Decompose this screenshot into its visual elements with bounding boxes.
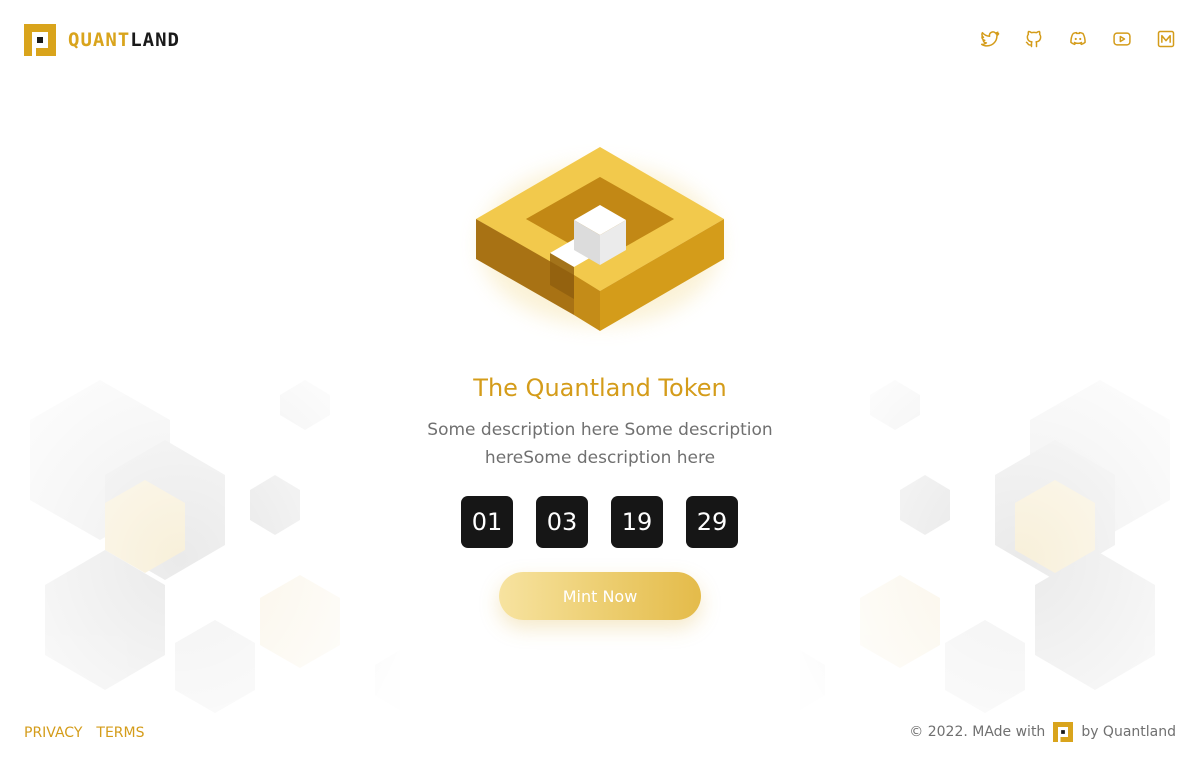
terms-link[interactable]: TERMS — [96, 725, 144, 741]
social-links — [980, 29, 1176, 49]
countdown-hours: 03 — [536, 496, 588, 548]
brand-logo[interactable]: QUANTLAND — [24, 24, 180, 56]
twitter-icon[interactable] — [980, 29, 1000, 49]
quantland-logo-small-icon — [1053, 722, 1074, 742]
mint-now-button[interactable]: Mint Now — [499, 572, 701, 620]
hero-description: Some description here Some description h… — [427, 420, 773, 468]
brand-name: QUANTLAND — [68, 29, 180, 51]
countdown-timer: 01 03 19 29 — [461, 496, 738, 548]
github-icon[interactable] — [1024, 29, 1044, 49]
footer-credit: © 2022. MAde with by Quantland — [909, 722, 1176, 742]
site-header: QUANTLAND — [0, 0, 1200, 80]
privacy-link[interactable]: PRIVACY — [24, 725, 82, 741]
background-cubes-right — [800, 350, 1200, 768]
hero-title: The Quantland Token — [473, 374, 727, 402]
background-cubes-left — [0, 350, 400, 768]
credit-prefix: © 2022. MAde with — [909, 724, 1046, 740]
medium-icon[interactable] — [1156, 29, 1176, 49]
quantland-logo-icon — [24, 24, 56, 56]
credit-suffix: by Quantland — [1081, 724, 1176, 740]
countdown-seconds: 29 — [686, 496, 738, 548]
discord-icon[interactable] — [1068, 29, 1088, 49]
footer-links: PRIVACY TERMS — [24, 725, 145, 741]
youtube-icon[interactable] — [1112, 29, 1132, 49]
quantland-hero-illustration — [476, 147, 724, 331]
countdown-days: 01 — [461, 496, 513, 548]
countdown-minutes: 19 — [611, 496, 663, 548]
site-footer: PRIVACY TERMS © 2022. MAde with by Quant… — [0, 720, 1200, 750]
